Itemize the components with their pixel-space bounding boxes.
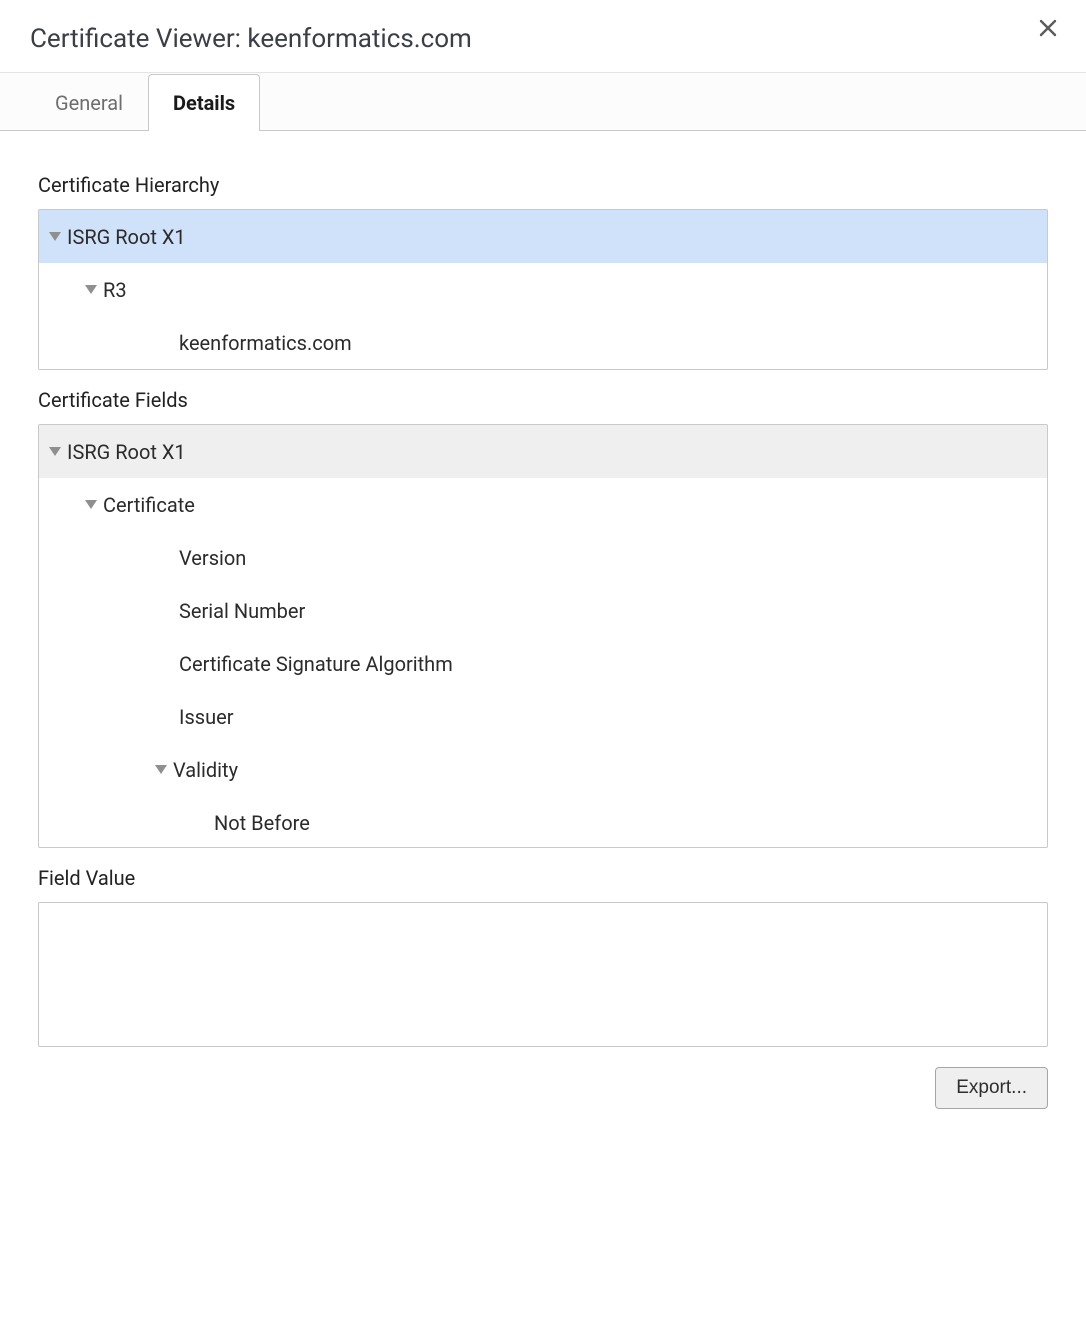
fields-item-label: Not Before	[214, 811, 310, 835]
tab-general[interactable]: General	[30, 74, 148, 131]
section-label-hierarchy: Certificate Hierarchy	[38, 173, 1048, 197]
certificate-fields-panel: ISRG Root X1 Certificate Version Serial …	[38, 424, 1048, 848]
certificate-fields-scroll[interactable]: ISRG Root X1 Certificate Version Serial …	[39, 425, 1047, 847]
fields-item-label: ISRG Root X1	[67, 440, 186, 464]
chevron-down-icon	[153, 762, 169, 778]
chevron-down-icon	[47, 229, 63, 245]
fields-item-label: Certificate Signature Algorithm	[179, 652, 453, 676]
fields-item-label: Issuer	[179, 705, 234, 729]
fields-item-validity[interactable]: Validity	[39, 743, 1047, 796]
field-value-panel	[38, 902, 1048, 1047]
fields-item-label: Certificate	[103, 493, 195, 517]
fields-item-signature-algorithm[interactable]: Certificate Signature Algorithm	[39, 637, 1047, 690]
section-label-fields: Certificate Fields	[38, 388, 1048, 412]
certificate-hierarchy-panel: ISRG Root X1 R3 keenformatics.com	[38, 209, 1048, 370]
hierarchy-item-label: R3	[103, 278, 127, 302]
hierarchy-item-label: keenformatics.com	[179, 331, 352, 355]
fields-item-serial-number[interactable]: Serial Number	[39, 584, 1047, 637]
field-value-text	[39, 903, 1047, 923]
dialog-title: Certificate Viewer: keenformatics.com	[30, 24, 472, 72]
hierarchy-item-label: ISRG Root X1	[67, 225, 186, 249]
chevron-down-icon	[47, 444, 63, 460]
fields-item-certificate[interactable]: Certificate	[39, 478, 1047, 531]
hierarchy-item-leaf[interactable]: keenformatics.com	[39, 316, 1047, 369]
chevron-down-icon	[83, 497, 99, 513]
fields-item-label: Validity	[173, 758, 238, 782]
chevron-down-icon	[83, 282, 99, 298]
fields-item-root[interactable]: ISRG Root X1	[39, 425, 1047, 478]
close-button[interactable]	[1034, 16, 1062, 44]
tab-details[interactable]: Details	[148, 74, 260, 131]
tabs: General Details	[0, 74, 1086, 131]
hierarchy-item-intermediate[interactable]: R3	[39, 263, 1047, 316]
fields-item-label: Version	[179, 546, 246, 570]
fields-item-label: Serial Number	[179, 599, 305, 623]
hierarchy-item-root[interactable]: ISRG Root X1	[39, 210, 1047, 263]
fields-item-version[interactable]: Version	[39, 531, 1047, 584]
section-label-field-value: Field Value	[38, 866, 1048, 890]
fields-item-not-before[interactable]: Not Before	[39, 796, 1047, 847]
export-button[interactable]: Export...	[935, 1067, 1048, 1109]
close-icon	[1039, 16, 1057, 44]
fields-item-issuer[interactable]: Issuer	[39, 690, 1047, 743]
